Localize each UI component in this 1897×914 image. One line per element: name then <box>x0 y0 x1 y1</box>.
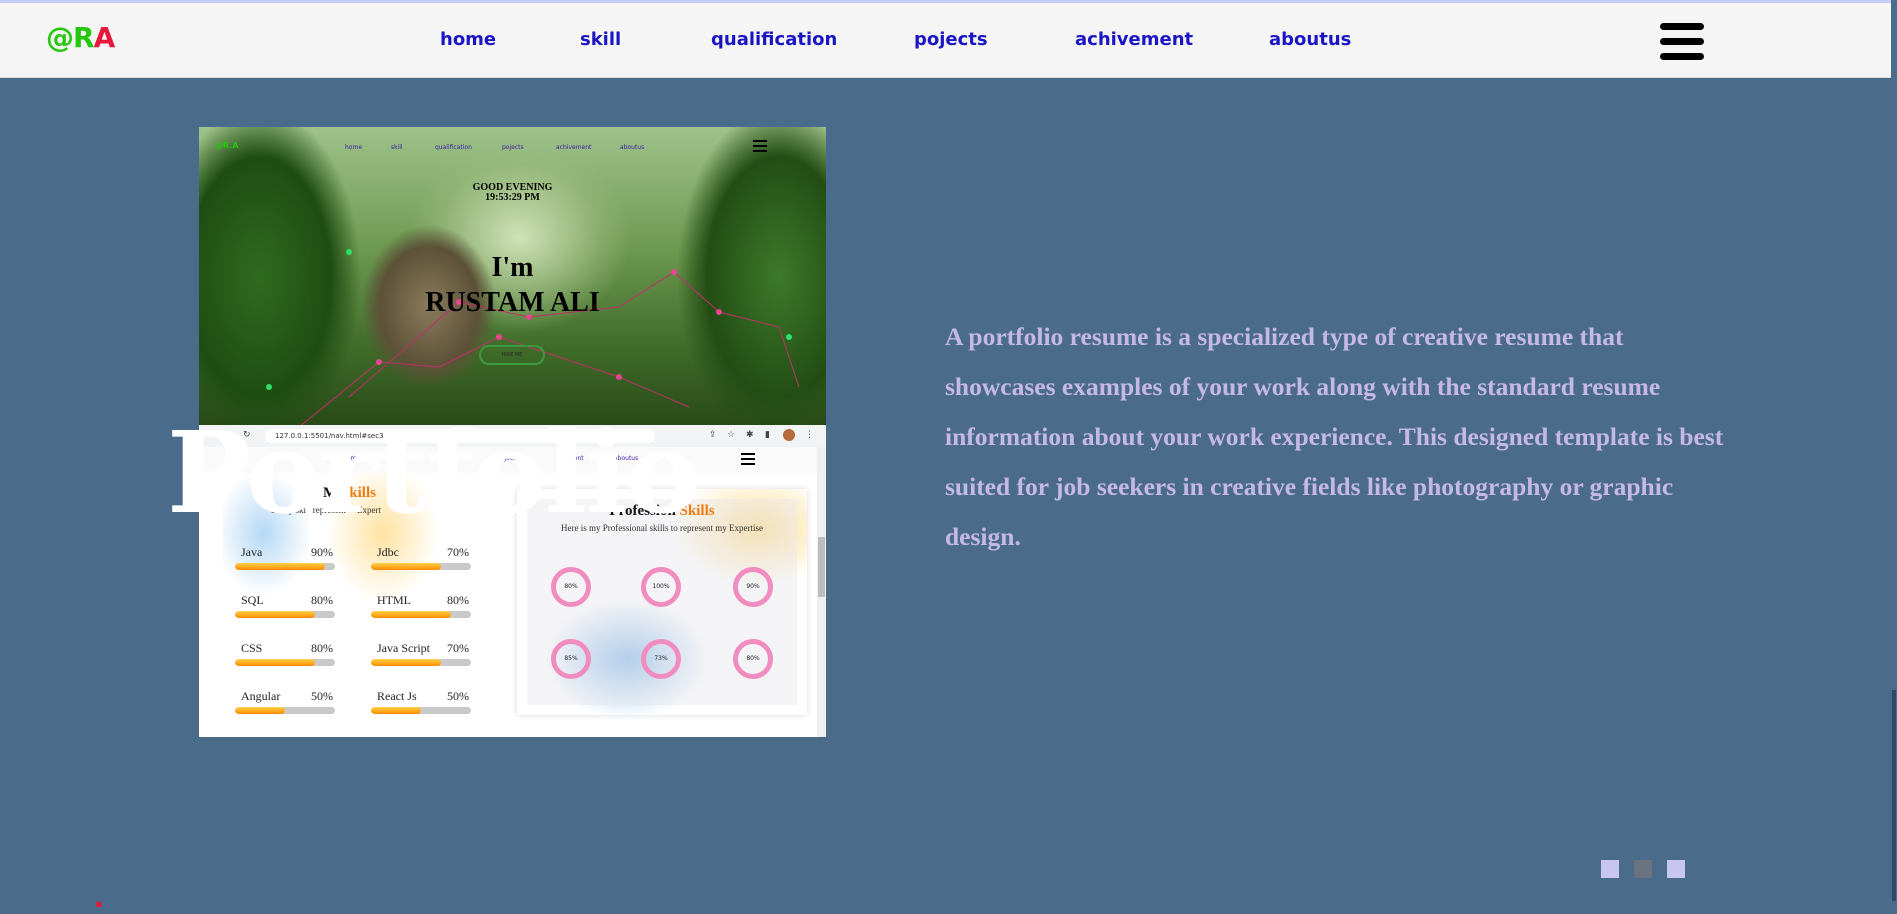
slider-dot-2[interactable] <box>1634 860 1652 878</box>
star-icon: ☆ <box>727 430 736 440</box>
extension-icon: ✱ <box>746 430 754 440</box>
skill-bar-fill <box>235 611 315 618</box>
skill-bar <box>371 611 471 618</box>
more-icon: ⋮ <box>805 430 814 440</box>
nav-link-aboutus[interactable]: aboutus <box>1269 29 1351 50</box>
navbar: @R. A home skill qualification pojects ac… <box>0 3 1891 914</box>
skill-name: Java Script <box>377 641 430 655</box>
skill-donut: 85% <box>551 639 591 679</box>
skill-percent: 80% <box>447 593 469 607</box>
mini-logo: @R.A <box>215 141 239 150</box>
skill-percent: 70% <box>447 545 469 559</box>
slider-dot-3[interactable] <box>1667 860 1685 878</box>
jungle-hero-image: @R.A home skill qualification pojects ac… <box>199 127 826 425</box>
skill-donut: 80% <box>551 567 591 607</box>
skill-percent: 70% <box>447 641 469 655</box>
skill-name: Java <box>241 545 263 559</box>
mini-nav-link: aboutus <box>620 144 645 151</box>
logo[interactable]: @R. A <box>46 21 116 914</box>
skill-bar-fill <box>235 659 315 666</box>
page-scrollbar-thumb[interactable] <box>1892 690 1896 901</box>
skill-bar-fill <box>235 563 325 570</box>
sidepanel-icon: ▮ <box>765 430 770 440</box>
logo-at: @ <box>46 21 74 54</box>
share-icon: ⇪ <box>709 430 717 440</box>
skill-name: CSS <box>241 641 263 655</box>
skill-bar <box>371 563 471 570</box>
mini-nav-link: skill <box>391 144 403 151</box>
profile-avatar <box>783 429 795 441</box>
nav-link-qualification[interactable]: qualification <box>711 29 837 50</box>
mini-hamburger-icon <box>753 140 767 152</box>
mini-scrollbar <box>817 447 826 737</box>
skill-percent: 80% <box>311 641 333 655</box>
skill-percent: 90% <box>311 545 333 559</box>
skill-donut: 73% <box>641 639 681 679</box>
mini-hire-button: HIRE ME <box>479 345 545 365</box>
skill-name: Angular <box>241 689 281 703</box>
skill-bar <box>235 707 335 714</box>
skill-bar-fill <box>371 611 451 618</box>
skill-bar-fill <box>371 659 441 666</box>
portfolio-heading: Portfolio <box>167 408 700 539</box>
nav-link-achievement[interactable]: achivement <box>1075 29 1193 50</box>
mini-nav-link: achivement <box>556 144 592 151</box>
skill-bar-fill <box>235 707 285 714</box>
skill-donut: 80% <box>733 639 773 679</box>
skill-name: HTML <box>377 593 411 607</box>
mini-nav-link: pojects <box>502 144 524 151</box>
skill-percent: 80% <box>311 593 333 607</box>
skill-bar-fill <box>371 563 441 570</box>
skill-bar <box>235 563 335 570</box>
logo-a: A <box>93 21 116 54</box>
skill-percent: 50% <box>311 689 333 703</box>
page-scrollbar[interactable] <box>1891 0 1897 901</box>
skill-bar <box>235 659 335 666</box>
mini-inner-hamburger-icon <box>741 453 755 465</box>
skill-name: React Js <box>377 689 417 703</box>
mini-time: 19:53:29 PM <box>485 192 540 203</box>
nav-link-projects[interactable]: pojects <box>914 29 988 50</box>
skill-name: SQL <box>241 593 264 607</box>
mini-hero-line1: I'm <box>491 252 534 283</box>
skill-bar-fill <box>371 707 421 714</box>
slider-dot-1[interactable] <box>1601 860 1619 878</box>
skill-bar <box>371 707 471 714</box>
mini-nav-link: qualification <box>435 144 472 151</box>
logo-r: R <box>73 21 95 54</box>
nav-link-home[interactable]: home <box>440 29 496 50</box>
skill-name: Jdbc <box>377 545 399 559</box>
skill-donut: 100% <box>641 567 681 607</box>
skill-donut: 90% <box>733 567 773 607</box>
mini-nav-link: home <box>345 144 363 151</box>
mini-hero-line2: RUSTAM ALI <box>425 287 600 318</box>
skill-bar <box>235 611 335 618</box>
skill-percent: 50% <box>447 689 469 703</box>
logo-dot: . <box>93 881 105 914</box>
portfolio-description: A portfolio resume is a specialized type… <box>945 322 1724 551</box>
nav-link-skill[interactable]: skill <box>580 29 621 50</box>
hamburger-icon[interactable] <box>1660 23 1704 63</box>
skill-bar <box>371 659 471 666</box>
